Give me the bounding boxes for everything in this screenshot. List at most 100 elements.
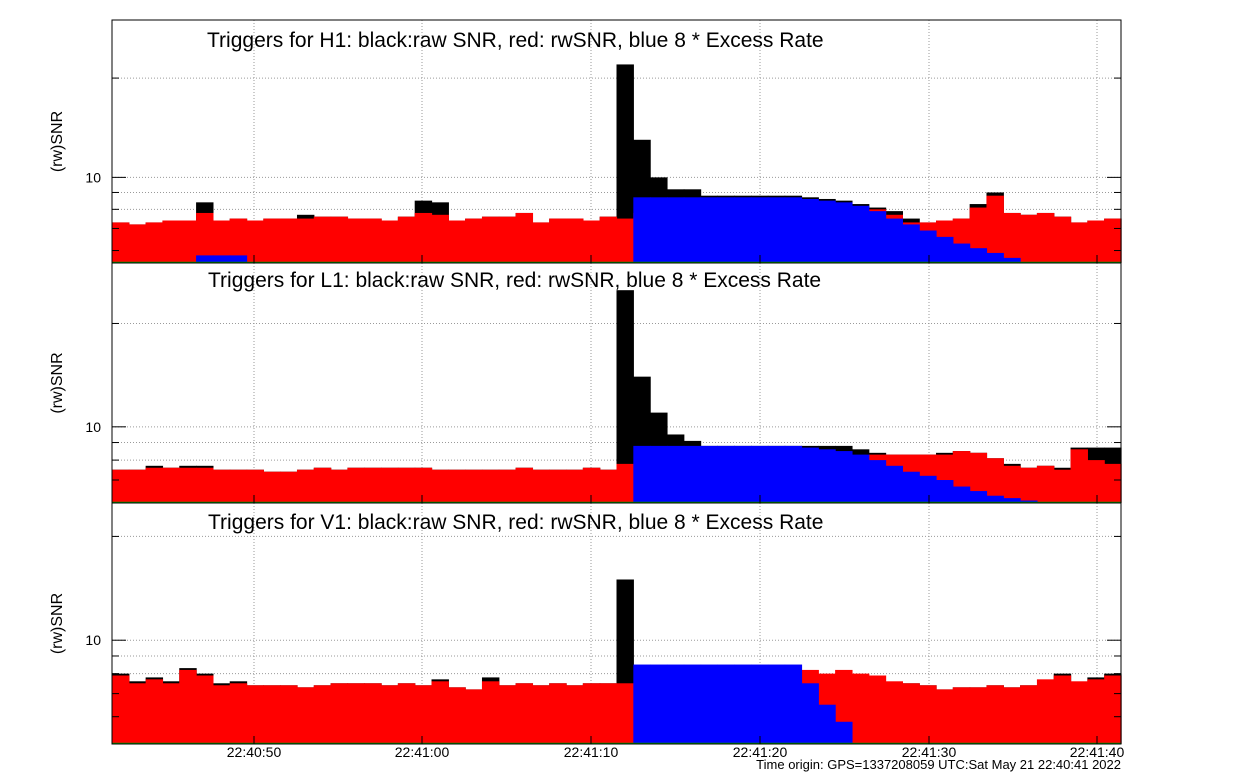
panel-title: Triggers for L1: black:raw SNR, red: rwS… (208, 269, 821, 292)
bar-excess_rate (734, 445, 752, 503)
bar-rwsnr (145, 467, 164, 503)
bar-rwsnr (1036, 465, 1055, 503)
time-origin-footer: Time origin: GPS=1337208059 UTC:Sat May … (756, 757, 1121, 772)
bar-rwsnr (616, 463, 634, 503)
bar-rwsnr (919, 685, 937, 744)
bar-rwsnr (347, 218, 365, 263)
bar-excess_rate (868, 460, 887, 503)
bar-rwsnr (481, 469, 500, 503)
bar-rwsnr (1053, 216, 1072, 263)
bar-rwsnr (465, 469, 483, 503)
bar-rwsnr (381, 685, 399, 744)
bar-rwsnr (1070, 681, 1088, 744)
bar-rwsnr (212, 685, 231, 744)
bar-excess_rate (700, 445, 718, 503)
bar-rwsnr (549, 683, 567, 744)
bar-rwsnr (1020, 214, 1038, 263)
bar-rwsnr (313, 216, 332, 263)
y-tick-label: 10 (85, 169, 101, 185)
bar-excess_rate (902, 224, 920, 263)
bar-rwsnr (179, 220, 197, 263)
bar-rwsnr (515, 212, 534, 263)
bar-excess_rate (818, 200, 836, 263)
bar-excess_rate (767, 664, 786, 744)
bar-rwsnr (498, 469, 517, 503)
bar-rwsnr (313, 685, 332, 744)
y-tick-label: 10 (85, 419, 101, 435)
bar-rwsnr (1070, 222, 1088, 263)
bar-rwsnr (162, 467, 180, 503)
bar-rwsnr (448, 687, 466, 744)
bar-excess_rate (986, 252, 1004, 263)
bar-rwsnr (128, 469, 147, 503)
bar-rwsnr (381, 220, 399, 263)
bar-excess_rate (936, 480, 954, 503)
bar-excess_rate (784, 197, 803, 263)
bar-rwsnr (381, 467, 399, 503)
bar-rwsnr (397, 216, 416, 263)
bar-excess_rate (902, 471, 920, 503)
bar-excess_rate (717, 445, 735, 503)
bar-rwsnr (599, 469, 618, 503)
bar-rwsnr (280, 218, 298, 263)
bar-excess_rate (700, 197, 718, 263)
panel-3: 10 Triggers for V1: black:raw SNR, red: r… (49, 502, 1122, 745)
bar-excess_rate (717, 197, 735, 263)
bar-excess_rate (885, 465, 903, 503)
bar-rwsnr (431, 214, 449, 263)
x-tick-label: 22:41:10 (564, 744, 619, 760)
bar-excess_rate (851, 454, 870, 503)
bar-rwsnr (263, 471, 281, 503)
bar-rwsnr (229, 683, 248, 744)
bar-excess_rate (801, 683, 819, 744)
bar-rwsnr (347, 683, 365, 744)
bar-excess_rate (633, 664, 651, 744)
bar-rwsnr (397, 683, 416, 744)
bar-rwsnr (498, 216, 517, 263)
bar-rwsnr (885, 681, 903, 744)
bar-rwsnr (112, 469, 130, 503)
panel-1: 10 Triggers for H1: black:raw SNR, red: r… (49, 19, 1122, 264)
bar-rwsnr (296, 469, 315, 503)
bar-rwsnr (952, 687, 971, 744)
bar-rwsnr (1104, 463, 1122, 503)
bar-excess_rate (751, 445, 769, 503)
bar-rwsnr (465, 689, 483, 744)
bar-excess_rate (952, 243, 971, 263)
bar-rwsnr (1003, 687, 1021, 744)
bar-rwsnr (532, 222, 550, 263)
bar-excess_rate (666, 664, 685, 744)
bar-rwsnr (128, 683, 147, 744)
bar-rwsnr (246, 220, 264, 263)
bar-rwsnr (549, 218, 567, 263)
bar-rwsnr (1003, 465, 1021, 503)
bar-rwsnr (465, 218, 483, 263)
bar-rwsnr (263, 218, 281, 263)
x-tick-label: 22:40:50 (227, 744, 282, 760)
bar-excess_rate (650, 197, 668, 263)
bar-rwsnr (246, 469, 264, 503)
bar-rwsnr (1053, 469, 1072, 503)
bar-rwsnr (196, 467, 214, 503)
bar-excess_rate (919, 230, 937, 263)
bar-rwsnr (1104, 675, 1122, 744)
bar-rwsnr (296, 687, 315, 744)
bar-excess_rate (851, 205, 870, 263)
bar-excess_rate (835, 451, 853, 503)
bar-excess_rate (633, 445, 651, 503)
x-tick-label: 22:41:00 (395, 744, 450, 760)
bar-rwsnr (582, 220, 601, 263)
bar-excess_rate (700, 664, 718, 744)
bar-rwsnr (1036, 212, 1055, 263)
bar-rwsnr (330, 469, 349, 503)
bar-rwsnr (1087, 220, 1105, 263)
bar-rwsnr (549, 469, 567, 503)
bar-excess_rate (683, 664, 702, 744)
bar-rwsnr (364, 683, 382, 744)
bar-excess_rate (952, 486, 971, 503)
bar-excess_rate (936, 236, 954, 263)
bar-excess_rate (784, 664, 803, 744)
panel-title: Triggers for H1: black:raw SNR, red: rwS… (207, 29, 824, 52)
bar-rwsnr (431, 469, 449, 503)
bar-excess_rate (666, 445, 685, 503)
